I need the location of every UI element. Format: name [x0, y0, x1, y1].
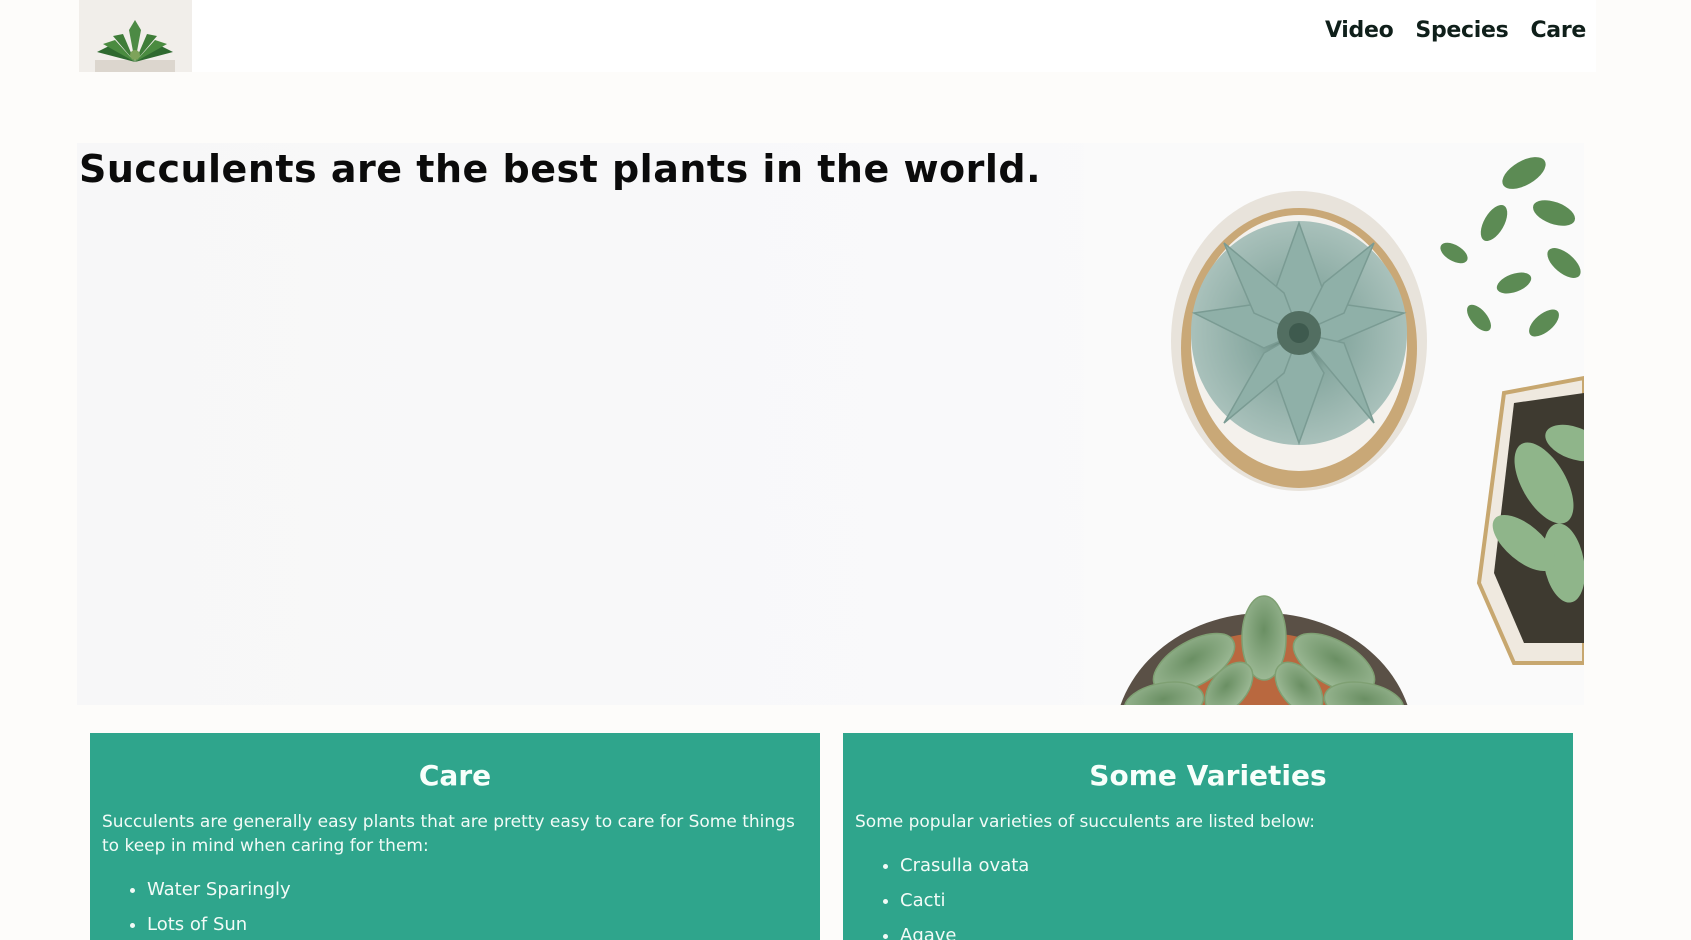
- site-header: Video Species Care: [79, 0, 1596, 72]
- care-card: Care Succulents are generally easy plant…: [90, 733, 820, 940]
- varieties-title: Some Varieties: [1089, 759, 1327, 792]
- main-nav: Video Species Care: [1325, 18, 1586, 43]
- care-title: Care: [418, 759, 492, 792]
- varieties-intro: Some popular varieties of succulents are…: [855, 812, 1316, 832]
- hero-banner: Succulents are the best plants in the wo…: [77, 143, 1584, 705]
- list-item: Cacti: [900, 883, 1561, 918]
- nav-species-link[interactable]: Species: [1415, 18, 1508, 43]
- nav-care-link[interactable]: Care: [1530, 18, 1586, 43]
- care-list: Water Sparingly Lots of Sun: [102, 872, 808, 940]
- varieties-list: Crasulla ovata Cacti Agave: [855, 848, 1561, 940]
- succulent-logo-icon: [79, 0, 192, 72]
- list-item: Water Sparingly: [147, 872, 808, 907]
- list-item: Crasulla ovata: [900, 848, 1561, 883]
- list-item: Lots of Sun: [147, 907, 808, 940]
- hero-title: Succulents are the best plants in the wo…: [79, 147, 1042, 191]
- list-item: Agave: [900, 918, 1561, 940]
- succulent-pots-image: [1084, 143, 1584, 705]
- varieties-card: Some Varieties Some popular varieties of…: [843, 733, 1573, 940]
- nav-video-link[interactable]: Video: [1325, 18, 1394, 43]
- logo-image[interactable]: [79, 0, 192, 72]
- care-intro: Succulents are generally easy plants tha…: [102, 812, 795, 856]
- page: Video Species Care Succulents are the be…: [0, 0, 1691, 940]
